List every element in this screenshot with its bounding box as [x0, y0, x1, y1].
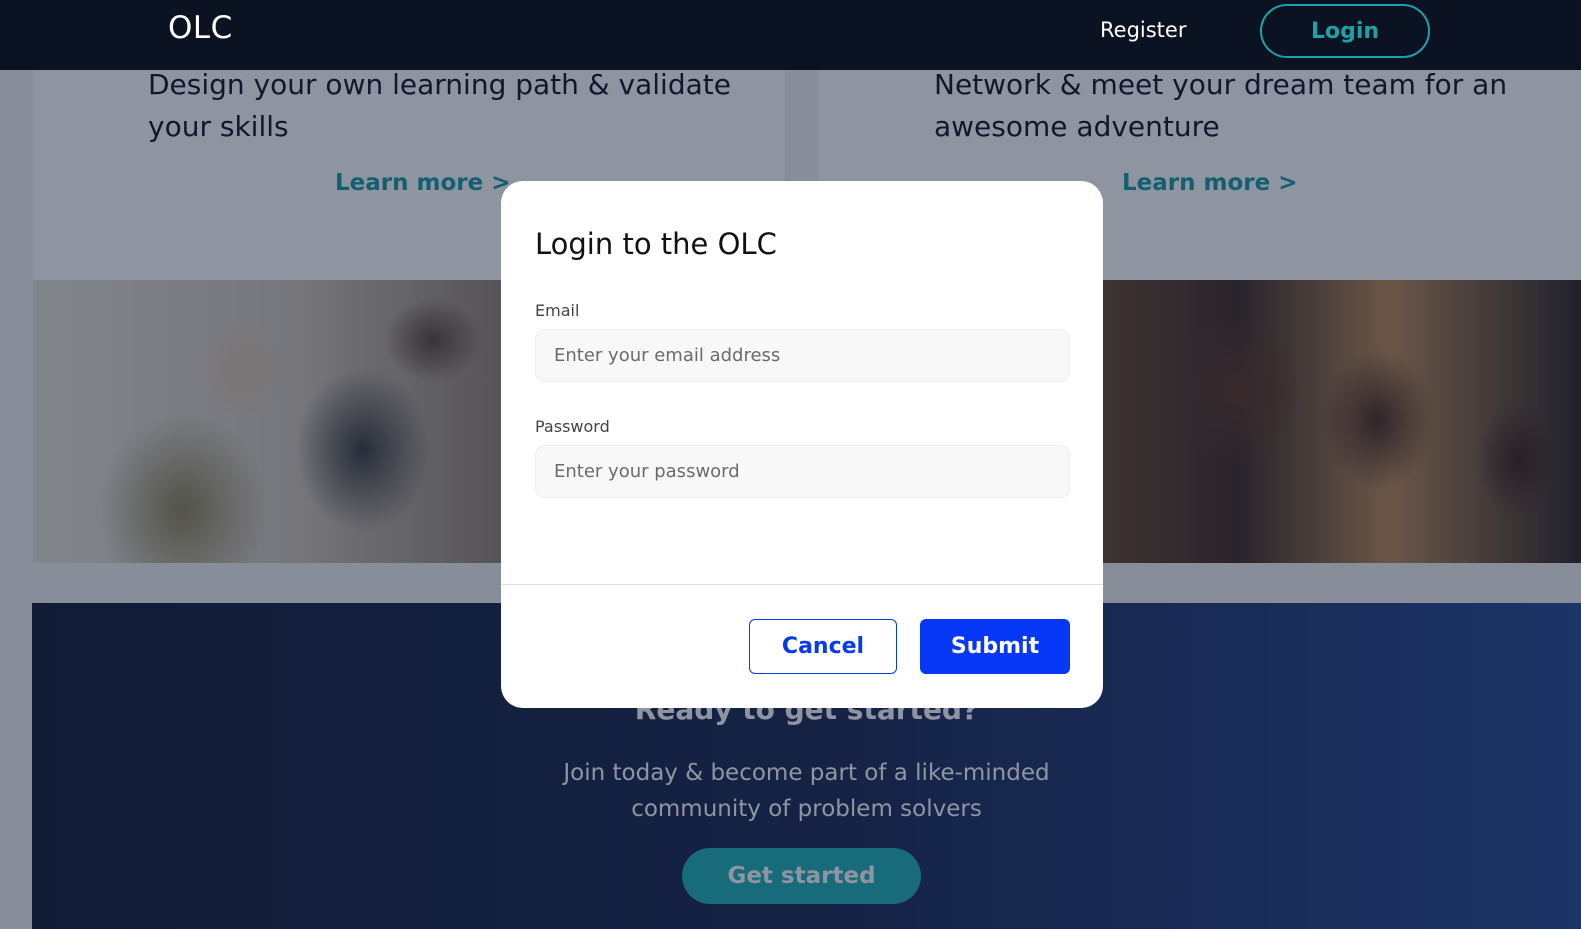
submit-button[interactable]: Submit — [920, 619, 1070, 674]
brand-logo[interactable]: OLC — [168, 10, 233, 46]
modal-divider — [501, 584, 1103, 585]
cancel-button[interactable]: Cancel — [749, 619, 897, 674]
login-modal: Login to the OLC Email Password Cancel S… — [501, 181, 1103, 708]
top-navbar: OLC Register Login — [0, 0, 1581, 70]
password-field[interactable] — [535, 445, 1070, 498]
email-field[interactable] — [535, 329, 1070, 382]
register-link[interactable]: Register — [1100, 18, 1186, 42]
modal-title: Login to the OLC — [535, 227, 777, 261]
email-label: Email — [535, 301, 580, 320]
login-button[interactable]: Login — [1260, 4, 1430, 58]
password-label: Password — [535, 417, 610, 436]
